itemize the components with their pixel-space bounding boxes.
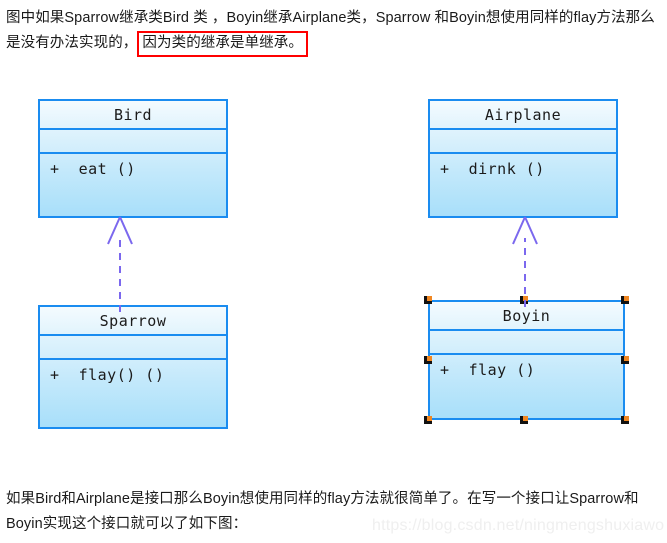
uml-class-sparrow-operations: + flay() (): [40, 360, 226, 384]
uml-class-sparrow-attributes: [40, 336, 226, 360]
uml-class-sparrow[interactable]: Sparrow + flay() (): [38, 305, 228, 429]
uml-class-boyin[interactable]: Boyin + flay (): [428, 300, 625, 420]
uml-class-airplane-operations: + dirnk (): [430, 154, 616, 178]
intro-paragraph: 图中如果Sparrow继承类Bird 类 ，Boyin继承Airplane类，S…: [6, 6, 661, 57]
uml-class-diagram-canvas[interactable]: Bird + eat () Sparrow + flay() () Airpla…: [0, 72, 667, 472]
intro-text-before-highlight: 图中如果Sparrow继承类Bird 类 ，Boyin继承Airplane类，S…: [6, 10, 655, 51]
uml-class-airplane-title: Airplane: [430, 101, 616, 130]
uml-operation: + flay() (): [50, 366, 165, 384]
uml-operation: + dirnk (): [440, 160, 545, 178]
selection-handle-top-left[interactable]: [424, 296, 432, 304]
realization-arrow-sparrow-to-bird[interactable]: [95, 212, 145, 312]
uml-class-boyin-attributes: [430, 331, 623, 355]
uml-class-bird[interactable]: Bird + eat (): [38, 99, 228, 218]
uml-class-bird-operations: + eat (): [40, 154, 226, 178]
selection-handle-bottom-left[interactable]: [424, 416, 432, 424]
uml-operation: + eat (): [50, 160, 136, 178]
uml-class-airplane[interactable]: Airplane + dirnk (): [428, 99, 618, 218]
realization-arrow-boyin-to-airplane[interactable]: [500, 212, 550, 307]
uml-operation: + flay (): [440, 361, 536, 379]
uml-class-airplane-attributes: [430, 130, 616, 154]
uml-class-bird-attributes: [40, 130, 226, 154]
csdn-blog-watermark: https://blog.csdn.net/ningmengshuxiawo: [372, 517, 665, 534]
uml-class-boyin-operations: + flay (): [430, 355, 623, 379]
selection-handle-top-right[interactable]: [621, 296, 629, 304]
highlighted-note: 因为类的继承是单继承。: [137, 31, 309, 57]
selection-handle-middle-left[interactable]: [424, 356, 432, 364]
hollow-triangle-arrowhead: [107, 216, 133, 245]
uml-class-bird-title: Bird: [40, 101, 226, 130]
selection-handle-middle-right[interactable]: [621, 356, 629, 364]
selection-handle-bottom-right[interactable]: [621, 416, 629, 424]
selection-handle-bottom-middle[interactable]: [520, 416, 528, 424]
